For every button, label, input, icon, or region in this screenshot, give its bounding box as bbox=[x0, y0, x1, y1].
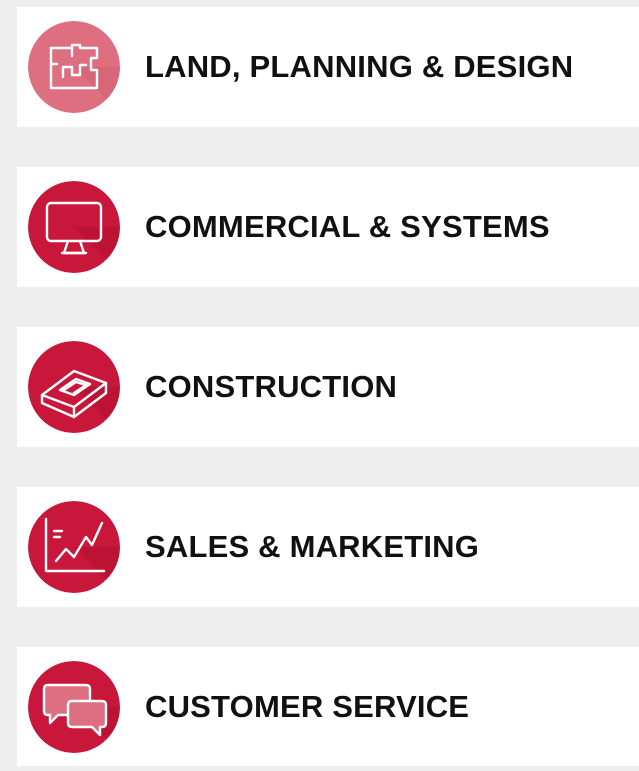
category-label: LAND, PLANNING & DESIGN bbox=[145, 49, 574, 84]
growth-chart-icon bbox=[28, 501, 120, 593]
monitor-icon bbox=[28, 181, 120, 273]
category-label: COMMERCIAL & SYSTEMS bbox=[145, 209, 550, 244]
category-card-commercial-systems[interactable]: COMMERCIAL & SYSTEMS bbox=[17, 167, 639, 287]
brick-icon bbox=[28, 341, 120, 433]
chat-bubbles-icon bbox=[28, 660, 120, 753]
category-list: LAND, PLANNING & DESIGN COMMERCIAL & SYS… bbox=[0, 0, 639, 771]
category-label: CONSTRUCTION bbox=[145, 369, 398, 404]
category-label: CUSTOMER SERVICE bbox=[145, 688, 470, 724]
category-label: SALES & MARKETING bbox=[145, 529, 480, 564]
category-card-sales-marketing[interactable]: SALES & MARKETING bbox=[17, 487, 639, 607]
category-card-customer-service[interactable]: CUSTOMER SERVICE bbox=[17, 647, 639, 766]
floor-plan-icon bbox=[28, 21, 120, 113]
category-card-land-planning-design[interactable]: LAND, PLANNING & DESIGN bbox=[17, 7, 639, 127]
category-card-construction[interactable]: CONSTRUCTION bbox=[17, 327, 639, 447]
